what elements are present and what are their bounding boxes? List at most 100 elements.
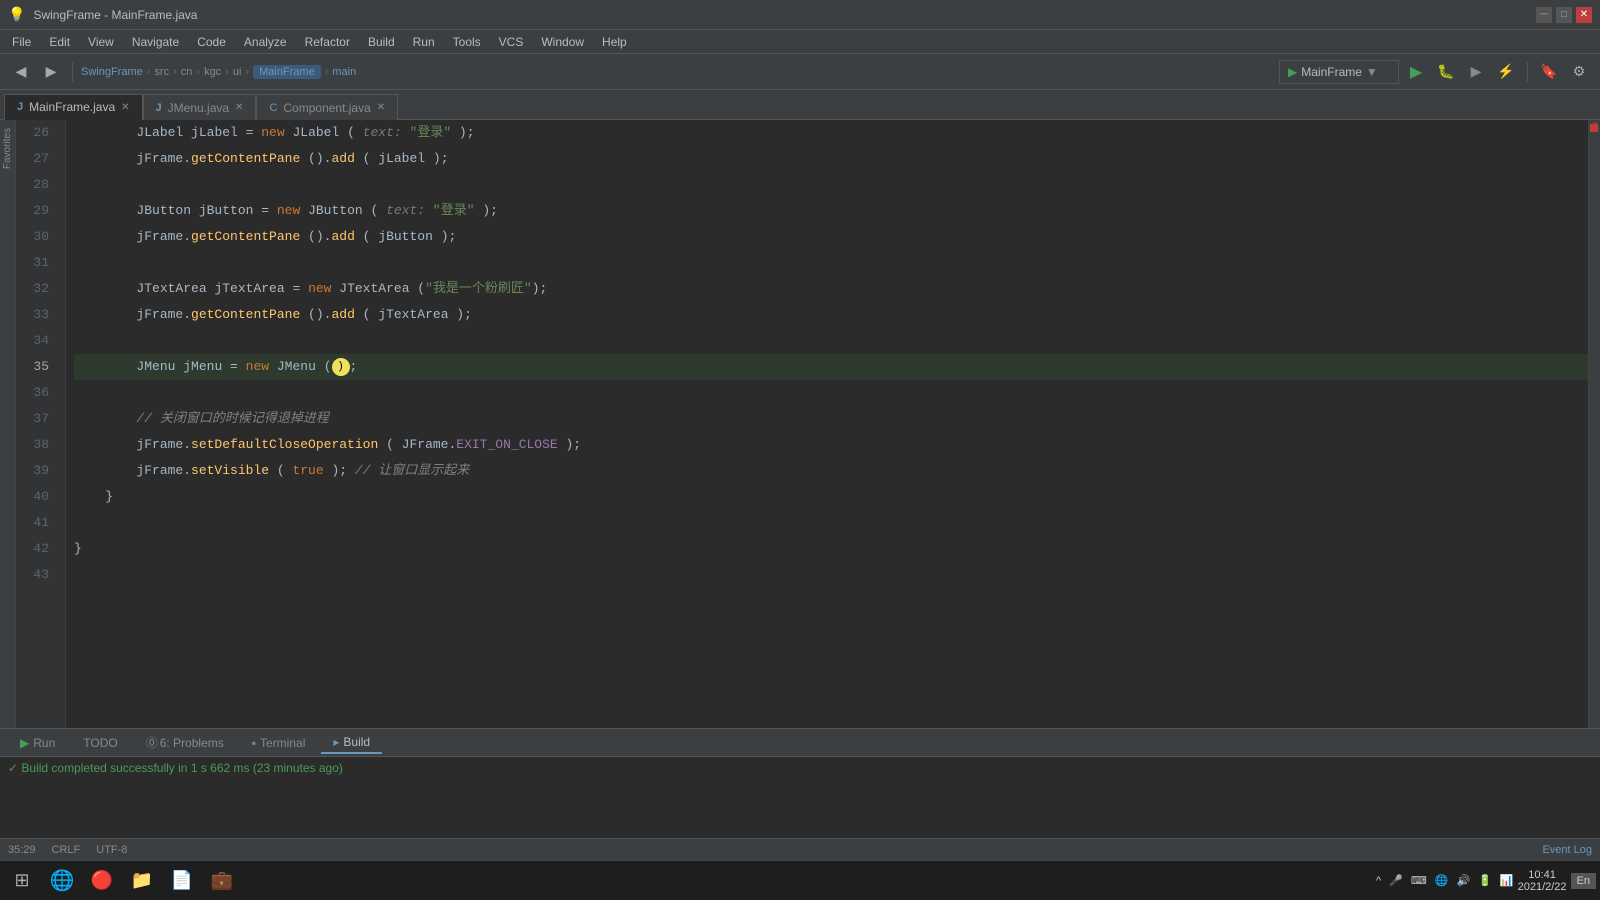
menu-analyze[interactable]: Analyze <box>236 33 295 51</box>
menu-navigate[interactable]: Navigate <box>124 33 187 51</box>
bottom-tab-todo[interactable]: TODO <box>71 732 129 754</box>
menu-code[interactable]: Code <box>189 33 234 51</box>
tray-volume[interactable]: 🔊 <box>1456 874 1470 887</box>
tab-jmenu[interactable]: J JMenu.java ✕ <box>143 94 257 120</box>
back-button[interactable]: ◀ <box>8 59 34 85</box>
bottom-tab-terminal[interactable]: ▪ Terminal <box>240 732 318 754</box>
menu-build[interactable]: Build <box>360 33 403 51</box>
profile-button[interactable]: ⚡ <box>1493 59 1519 85</box>
clock: 10:41 2021/2/22 <box>1518 869 1567 893</box>
line-num-38: 38 <box>16 432 57 458</box>
code-line-34 <box>74 328 1588 354</box>
debug-button[interactable]: 🐛 <box>1433 59 1459 85</box>
tab-component[interactable]: C Component.java ✕ <box>256 94 398 120</box>
code-line-37: // 关闭窗口的时候记得退掉进程 <box>74 406 1588 432</box>
bottom-tab-run[interactable]: ▶ Run <box>8 732 67 754</box>
tray-network[interactable]: 🌐 <box>1435 874 1449 887</box>
minimize-button[interactable]: ─ <box>1536 7 1552 23</box>
tab-mainframe-close[interactable]: ✕ <box>121 102 129 113</box>
tab-mainframe[interactable]: J MainFrame.java ✕ <box>4 94 143 120</box>
line-num-30: 30 <box>16 224 57 250</box>
editor-container: Favorites 26 27 28 29 30 31 32 33 34 35 … <box>0 120 1600 728</box>
run-config-dropdown-icon: ▼ <box>1366 65 1378 79</box>
menu-refactor[interactable]: Refactor <box>297 33 358 51</box>
code-line-38: jFrame. setDefaultCloseOperation ( JFram… <box>74 432 1588 458</box>
title-bar-left: 💡 SwingFrame - MainFrame.java <box>8 6 197 23</box>
editor-tabs: J MainFrame.java ✕ J JMenu.java ✕ C Comp… <box>0 90 1600 120</box>
taskbar-intellij[interactable]: 🔴 <box>84 863 120 899</box>
menu-window[interactable]: Window <box>533 33 592 51</box>
title-bar-controls[interactable]: ─ □ ✕ <box>1536 7 1592 23</box>
clock-time: 10:41 <box>1518 869 1567 881</box>
taskbar-start[interactable]: ⊞ <box>4 863 40 899</box>
build-status: ✓ Build completed successfully in 1 s 66… <box>8 761 343 775</box>
taskbar-browser[interactable]: 🌐 <box>44 863 80 899</box>
status-position: 35:29 <box>8 844 36 856</box>
tab-jmenu-close[interactable]: ✕ <box>235 102 243 113</box>
code-line-43 <box>74 562 1588 588</box>
nav-sep6: › <box>325 66 329 78</box>
menu-view[interactable]: View <box>80 33 122 51</box>
nav-sep4: › <box>225 66 229 78</box>
terminal-icon: ▪ <box>252 736 256 750</box>
lang-indicator[interactable]: En <box>1571 873 1596 889</box>
taskbar-notepad[interactable]: 📄 <box>164 863 200 899</box>
tray-arrow[interactable]: ^ <box>1376 875 1381 887</box>
build-icon: ▸ <box>333 735 339 749</box>
favorites-label[interactable]: Favorites <box>2 128 13 169</box>
bottom-tab-problems[interactable]: ⓪ 6: Problems <box>134 732 236 754</box>
line-num-37: 37 <box>16 406 57 432</box>
status-encoding: UTF-8 <box>96 844 127 856</box>
nav-mainframe[interactable]: MainFrame <box>253 65 321 79</box>
code-content[interactable]: JLabel jLabel = new JLabel ( text: "登录" … <box>66 120 1588 728</box>
coverage-button[interactable]: ▶ <box>1463 59 1489 85</box>
code-line-29: JButton jButton = new JButton ( text: "登… <box>74 198 1588 224</box>
lang-text: En <box>1577 875 1590 887</box>
tab-component-close[interactable]: ✕ <box>377 102 385 113</box>
nav-main[interactable]: main <box>332 66 356 78</box>
menu-help[interactable]: Help <box>594 33 635 51</box>
tray-keyboard[interactable]: ⌨ <box>1411 874 1427 887</box>
code-line-36 <box>74 380 1588 406</box>
menu-tools[interactable]: Tools <box>445 33 489 51</box>
line-num-26: 26 <box>16 120 57 146</box>
tray-battery: 🔋 <box>1478 874 1492 887</box>
code-line-26: JLabel jLabel = new JLabel ( text: "登录" … <box>74 120 1588 146</box>
system-tray: ^ 🎤 ⌨ 🌐 🔊 🔋 📊 <box>1376 874 1514 887</box>
run-config-box[interactable]: ▶ MainFrame ▼ <box>1279 60 1399 84</box>
line-num-40: 40 <box>16 484 57 510</box>
taskbar-explorer[interactable]: 📁 <box>124 863 160 899</box>
line-num-29: 29 <box>16 198 57 224</box>
tray-mic[interactable]: 🎤 <box>1389 874 1403 887</box>
nav-kgc[interactable]: kgc <box>204 66 221 78</box>
line-num-31: 31 <box>16 250 57 276</box>
nav-src[interactable]: src <box>154 66 169 78</box>
bottom-tab-build[interactable]: ▸ Build <box>321 732 382 754</box>
settings-button[interactable]: ⚙ <box>1566 59 1592 85</box>
tray-extra1[interactable]: 📊 <box>1500 874 1514 887</box>
error-count-badge: 1 <box>1593 120 1600 132</box>
run-icon: ▶ <box>20 736 29 750</box>
nav-sep1: › <box>147 66 151 78</box>
code-line-40: } <box>74 484 1588 510</box>
line-num-28: 28 <box>16 172 57 198</box>
bookmark-button[interactable]: 🔖 <box>1536 59 1562 85</box>
nav-cn[interactable]: cn <box>181 66 193 78</box>
nav-ui[interactable]: ui <box>233 66 242 78</box>
menu-edit[interactable]: Edit <box>41 33 78 51</box>
tab-component-label: Component.java <box>283 101 370 115</box>
nav-swingframe[interactable]: SwingFrame <box>81 66 143 78</box>
close-button[interactable]: ✕ <box>1576 7 1592 23</box>
event-log[interactable]: Event Log <box>1542 844 1592 856</box>
code-line-28 <box>74 172 1588 198</box>
menu-vcs[interactable]: VCS <box>491 33 532 51</box>
right-gutter: ⚠ 1 <box>1588 120 1600 728</box>
line-numbers: 26 27 28 29 30 31 32 33 34 35 36 37 38 3… <box>16 120 66 728</box>
forward-button[interactable]: ▶ <box>38 59 64 85</box>
maximize-button[interactable]: □ <box>1556 7 1572 23</box>
run-button[interactable]: ▶ <box>1403 59 1429 85</box>
nav-sep3: › <box>196 66 200 78</box>
taskbar-briefcase[interactable]: 💼 <box>204 863 240 899</box>
menu-file[interactable]: File <box>4 33 39 51</box>
menu-run[interactable]: Run <box>405 33 443 51</box>
